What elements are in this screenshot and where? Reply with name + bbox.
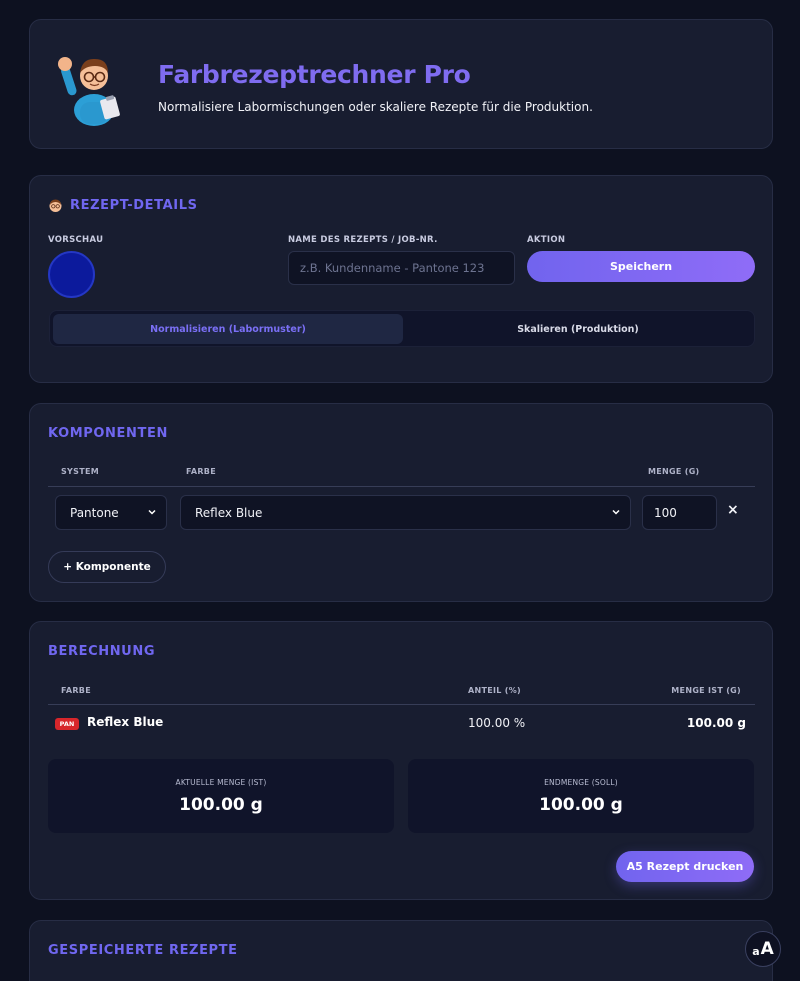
calc-share-value: 100.00 % bbox=[468, 716, 526, 730]
column-header-system: SYSTEM bbox=[61, 467, 99, 476]
current-amount-label: AKTUELLE MENGE (IST) bbox=[175, 778, 267, 787]
chevron-down-icon bbox=[148, 509, 156, 515]
recipe-name-label: NAME DES REZEPTS / JOB-NR. bbox=[288, 235, 438, 245]
system-badge: PAN bbox=[55, 718, 79, 730]
chevron-down-icon bbox=[612, 509, 620, 515]
components-title: KOMPONENTEN bbox=[48, 426, 168, 441]
calc-header-amount: MENGE IST (G) bbox=[671, 686, 741, 695]
add-component-button[interactable]: + Komponente bbox=[48, 551, 166, 583]
column-header-amount: MENGE (G) bbox=[648, 467, 700, 476]
save-button[interactable]: Speichern bbox=[527, 251, 755, 282]
calc-header-color: FARBE bbox=[61, 686, 91, 695]
calc-header-divider bbox=[48, 704, 755, 705]
current-amount-box: AKTUELLE MENGE (IST) 100.00 g bbox=[48, 759, 394, 833]
app-title: Farbrezeptrechner Pro bbox=[158, 60, 471, 89]
target-amount-box: ENDMENGE (SOLL) 100.00 g bbox=[408, 759, 754, 833]
amount-input-value: 100 bbox=[654, 505, 677, 520]
column-header-color: FARBE bbox=[186, 467, 216, 476]
calculation-card: BERECHNUNG FARBE ANTEIL (%) MENGE IST (G… bbox=[29, 621, 773, 900]
recipe-name-input[interactable] bbox=[288, 251, 515, 285]
preview-label: VORSCHAU bbox=[48, 235, 104, 245]
mascot-face-icon bbox=[49, 199, 62, 212]
amount-input[interactable]: 100 bbox=[642, 495, 717, 530]
components-card: KOMPONENTEN SYSTEM FARBE MENGE (G) Panto… bbox=[29, 403, 773, 602]
recipe-details-title: REZEPT-DETAILS bbox=[48, 198, 198, 213]
color-preview-swatch bbox=[48, 251, 95, 298]
recipe-details-card: REZEPT-DETAILS VORSCHAU NAME DES REZEPTS… bbox=[29, 175, 773, 383]
current-amount-value: 100.00 g bbox=[179, 795, 263, 815]
tab-scale[interactable]: Skalieren (Produktion) bbox=[403, 314, 753, 344]
font-small-glyph: a bbox=[752, 945, 760, 958]
mode-toggle: Normalisieren (Labormuster) Skalieren (P… bbox=[49, 310, 755, 347]
font-big-glyph: A bbox=[760, 939, 774, 959]
font-size-toggle-button[interactable]: a A bbox=[745, 931, 781, 967]
system-select-value: Pantone bbox=[70, 505, 119, 520]
target-amount-value: 100.00 g bbox=[539, 795, 623, 815]
app-subtitle: Normalisiere Labormischungen oder skalie… bbox=[158, 100, 593, 114]
system-select[interactable]: Pantone bbox=[55, 495, 167, 530]
recipe-details-title-text: REZEPT-DETAILS bbox=[70, 198, 198, 213]
app-header: Farbrezeptrechner Pro Normalisiere Labor… bbox=[29, 19, 773, 149]
color-select[interactable]: Reflex Blue bbox=[180, 495, 631, 530]
saved-recipes-title: GESPEICHERTE REZEPTE bbox=[48, 943, 238, 958]
calc-color-name: Reflex Blue bbox=[87, 715, 164, 729]
mascot-avatar-icon bbox=[58, 57, 120, 126]
color-select-value: Reflex Blue bbox=[195, 505, 263, 520]
tab-normalize[interactable]: Normalisieren (Labormuster) bbox=[53, 314, 403, 344]
calc-amount-value: 100.00 g bbox=[686, 716, 746, 730]
remove-component-button[interactable]: × bbox=[727, 502, 739, 518]
print-recipe-button[interactable]: A5 Rezept drucken bbox=[616, 851, 754, 882]
calc-header-share: ANTEIL (%) bbox=[468, 686, 521, 695]
calculation-title: BERECHNUNG bbox=[48, 644, 156, 659]
target-amount-label: ENDMENGE (SOLL) bbox=[544, 778, 618, 787]
saved-recipes-card: GESPEICHERTE REZEPTE bbox=[29, 920, 773, 981]
action-label: AKTION bbox=[527, 235, 566, 245]
header-divider bbox=[48, 486, 755, 487]
